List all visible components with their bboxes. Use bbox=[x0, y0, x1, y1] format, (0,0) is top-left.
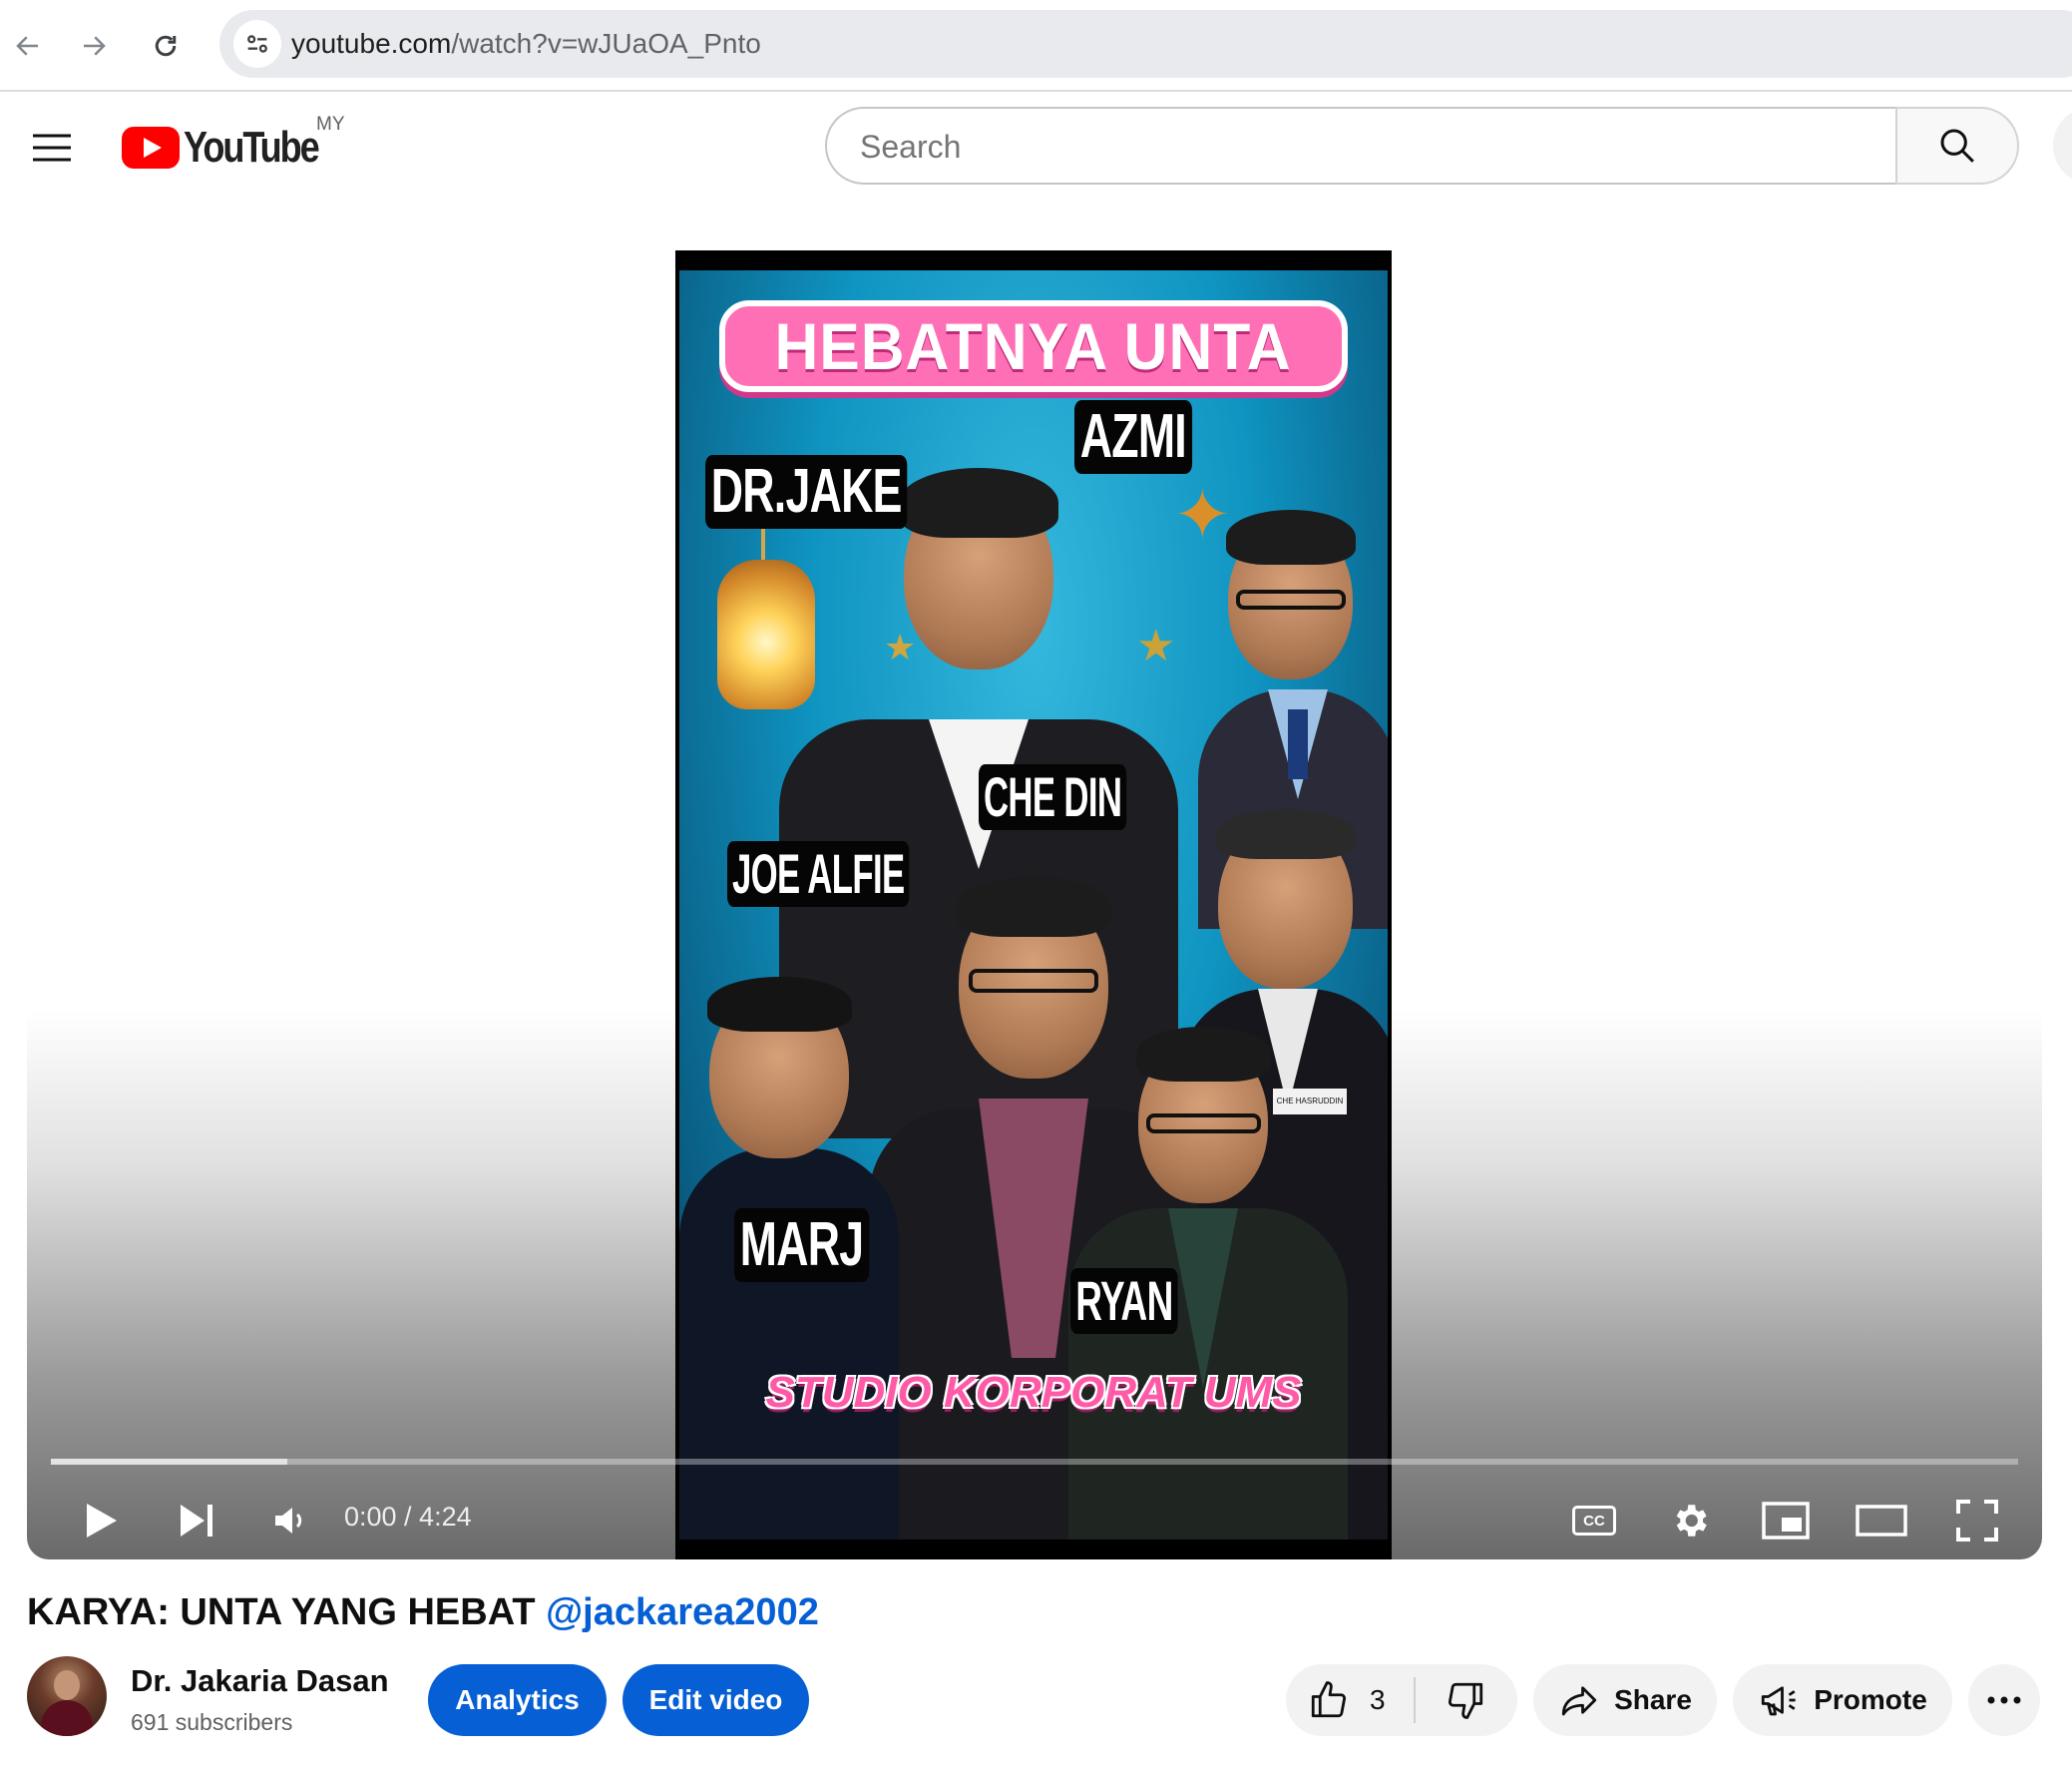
url-host: youtube.com bbox=[291, 28, 452, 59]
time-display: 0:00 / 4:24 bbox=[344, 1502, 472, 1532]
video-thumbnail-art: ★ ✦ ★ ★ HEBATNYA UNTA bbox=[679, 270, 1388, 1540]
video-title-text: KARYA: UNTA YANG HEBAT bbox=[27, 1591, 536, 1633]
play-icon bbox=[87, 1504, 117, 1538]
next-icon bbox=[181, 1505, 212, 1537]
progress-bar[interactable] bbox=[51, 1459, 2018, 1465]
youtube-play-logo-icon bbox=[122, 127, 180, 169]
search-input[interactable] bbox=[858, 109, 1879, 185]
mute-button[interactable] bbox=[254, 1486, 324, 1555]
miniplayer-icon bbox=[1762, 1502, 1810, 1540]
play-button[interactable] bbox=[67, 1486, 137, 1555]
youtube-wordmark: YouTube bbox=[184, 123, 320, 172]
channel-name[interactable]: Dr. Jakaria Dasan bbox=[131, 1663, 389, 1699]
thumbnail-title-banner: HEBATNYA UNTA bbox=[719, 300, 1348, 392]
site-settings-icon bbox=[247, 35, 267, 53]
voice-search-button[interactable] bbox=[2053, 107, 2072, 185]
studio-credit: STUDIO KORPORAT UMS bbox=[765, 1368, 1302, 1417]
guide-menu-button[interactable] bbox=[22, 118, 82, 178]
forward-button[interactable] bbox=[66, 18, 122, 74]
video-player[interactable]: ★ ✦ ★ ★ HEBATNYA UNTA bbox=[27, 250, 2042, 1559]
promote-button[interactable]: Promote bbox=[1733, 1664, 1952, 1736]
hamburger-menu-icon bbox=[33, 134, 71, 162]
progress-buffered bbox=[51, 1459, 287, 1465]
name-tag-marj: MARJ bbox=[734, 1208, 870, 1282]
avatar-face bbox=[54, 1670, 80, 1700]
youtube-logo[interactable]: YouTube bbox=[122, 120, 347, 176]
fullscreen-icon bbox=[1956, 1500, 1998, 1542]
name-tag-joe-alfie: JOE ALFIE bbox=[727, 841, 910, 907]
name-tag-che-din: CHE DIN bbox=[979, 764, 1127, 830]
thumbs-up-icon bbox=[1311, 1681, 1347, 1718]
name-tag-azmi: AZMI bbox=[1074, 400, 1192, 474]
avatar-body bbox=[41, 1700, 93, 1736]
miniplayer-button[interactable] bbox=[1751, 1486, 1821, 1555]
video-title: KARYA: UNTA YANG HEBAT @jackarea2002 bbox=[27, 1591, 819, 1634]
subscriber-count: 691 subscribers bbox=[131, 1709, 293, 1735]
share-arrow-icon bbox=[1561, 1686, 1597, 1716]
megaphone-icon bbox=[1762, 1686, 1796, 1716]
channel-avatar[interactable] bbox=[27, 1656, 107, 1736]
back-arrow-icon bbox=[16, 36, 38, 56]
url-path: /watch?v=wJUaOA_Pnto bbox=[451, 28, 761, 59]
reload-button[interactable] bbox=[138, 18, 194, 74]
forward-arrow-icon bbox=[84, 36, 106, 56]
country-code: MY bbox=[316, 114, 345, 135]
url-text[interactable]: youtube.com/watch?v=wJUaOA_Pnto bbox=[291, 22, 761, 66]
like-dislike-pill: 3 bbox=[1286, 1664, 1517, 1736]
like-count: 3 bbox=[1370, 1684, 1386, 1715]
fullscreen-button[interactable] bbox=[1942, 1486, 2012, 1555]
subtitles-button[interactable]: CC bbox=[1559, 1486, 1629, 1555]
thumbs-down-icon bbox=[1448, 1682, 1483, 1719]
site-settings-button[interactable] bbox=[233, 20, 281, 68]
video-frame[interactable]: ★ ✦ ★ ★ HEBATNYA UNTA bbox=[675, 250, 1392, 1559]
back-button[interactable] bbox=[0, 18, 56, 74]
name-tag-dr-jake: DR.JAKE bbox=[705, 455, 908, 529]
search-button[interactable] bbox=[1895, 107, 2019, 185]
edit-video-button[interactable]: Edit video bbox=[622, 1664, 809, 1736]
share-label: Share bbox=[1614, 1684, 1692, 1715]
promote-label: Promote bbox=[1814, 1684, 1927, 1715]
more-options-button[interactable] bbox=[1968, 1664, 2040, 1736]
dislike-button[interactable] bbox=[1416, 1664, 1515, 1736]
name-tag-ryan: RYAN bbox=[1070, 1268, 1178, 1334]
analytics-label: Analytics bbox=[455, 1684, 580, 1715]
like-button[interactable]: 3 bbox=[1286, 1664, 1414, 1736]
theater-mode-icon bbox=[1856, 1505, 1907, 1537]
volume-icon bbox=[275, 1508, 302, 1534]
thumbnail-title: HEBATNYA UNTA bbox=[775, 309, 1292, 383]
settings-gear-icon bbox=[1676, 1505, 1707, 1537]
more-options-icon bbox=[1987, 1696, 2021, 1704]
share-button[interactable]: Share bbox=[1533, 1664, 1717, 1736]
search-icon bbox=[1940, 129, 1974, 163]
subtitles-label: CC bbox=[1583, 1512, 1605, 1530]
next-button[interactable] bbox=[162, 1486, 231, 1555]
channel-mention-link[interactable]: @jackarea2002 bbox=[546, 1591, 819, 1633]
subtitles-icon: CC bbox=[1572, 1506, 1616, 1536]
reload-icon bbox=[155, 35, 177, 57]
settings-button[interactable] bbox=[1655, 1486, 1725, 1555]
theater-mode-button[interactable] bbox=[1847, 1486, 1916, 1555]
analytics-button[interactable]: Analytics bbox=[428, 1664, 607, 1736]
edit-video-label: Edit video bbox=[648, 1684, 783, 1715]
